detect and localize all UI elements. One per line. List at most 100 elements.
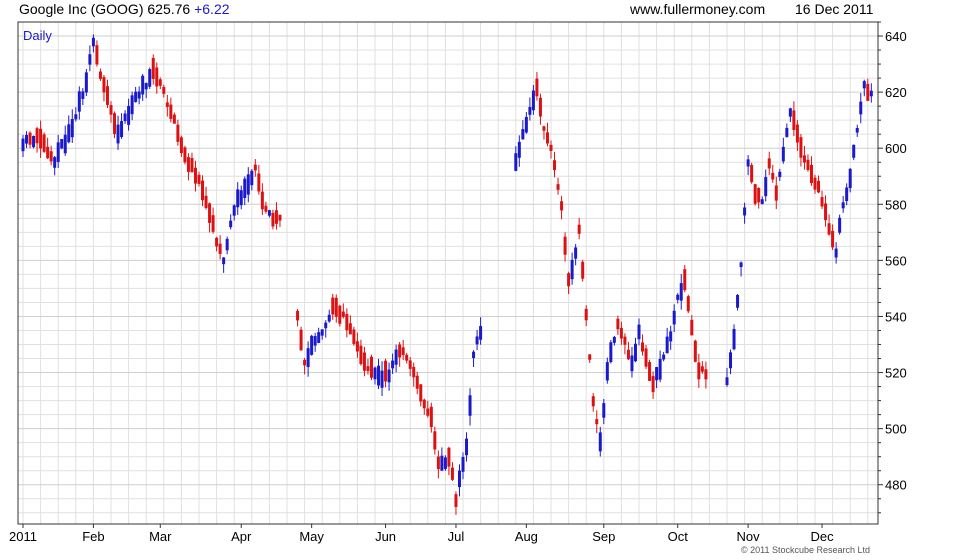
- candle-body: [155, 67, 159, 87]
- candle-body: [306, 348, 310, 368]
- x-tick-label: Oct: [668, 529, 689, 544]
- candle-body: [450, 467, 454, 480]
- candle-body: [852, 144, 856, 158]
- y-tick-label: 640: [885, 29, 907, 44]
- candle-body: [243, 178, 247, 198]
- candle-body: [697, 362, 701, 380]
- candle-body: [426, 408, 430, 416]
- x-tick-label: Aug: [515, 529, 538, 544]
- candle-body: [303, 359, 307, 366]
- candle-body: [338, 305, 342, 324]
- x-tick-label: Dec: [810, 529, 834, 544]
- candle-body: [264, 205, 268, 212]
- candle-body: [545, 132, 549, 144]
- candle-body: [845, 187, 849, 202]
- candle-body: [827, 223, 831, 235]
- candle-body: [817, 180, 821, 193]
- candle-body: [380, 370, 384, 388]
- candle-body: [549, 144, 553, 152]
- candle-body: [25, 134, 29, 144]
- candle-body: [630, 355, 634, 372]
- candle-body: [366, 366, 370, 372]
- candle-body: [98, 71, 102, 79]
- candle-body: [679, 283, 683, 301]
- candle-body: [53, 157, 57, 168]
- candle-body: [49, 151, 53, 162]
- candle-body: [693, 340, 697, 362]
- candle-body: [538, 97, 542, 117]
- candle-body: [201, 180, 205, 201]
- candle-body: [704, 369, 708, 380]
- x-tick-label: Mar: [149, 529, 172, 544]
- candle-body: [74, 114, 78, 120]
- candle-body: [42, 134, 46, 152]
- candle-body: [327, 314, 331, 322]
- candle-body: [419, 384, 423, 402]
- x-tick-label: Nov: [737, 529, 761, 544]
- candle-body: [28, 132, 32, 145]
- candle-body: [834, 248, 838, 258]
- candle-body: [341, 311, 345, 317]
- candle-body: [35, 128, 39, 144]
- candle-body: [84, 72, 88, 93]
- candle-body: [637, 324, 641, 340]
- candle-body: [204, 195, 208, 208]
- candle-body: [239, 190, 243, 206]
- candle-body: [310, 335, 314, 355]
- candle-body: [595, 419, 599, 425]
- candle-body: [362, 352, 366, 371]
- candle-body: [658, 358, 662, 380]
- candle-body: [211, 215, 215, 232]
- candle-body: [433, 431, 437, 450]
- candle-body: [792, 110, 796, 130]
- candle-body: [739, 262, 743, 267]
- candle-body: [468, 395, 472, 416]
- candle-body: [806, 159, 810, 170]
- candle-body: [299, 329, 303, 351]
- candle-body: [553, 160, 557, 171]
- y-tick-label: 600: [885, 141, 907, 156]
- candle-body: [232, 205, 236, 216]
- candle-body: [725, 377, 729, 386]
- candle-body: [274, 210, 278, 224]
- candle-body: [686, 296, 690, 312]
- candle-body: [236, 189, 240, 208]
- copyright-text: © 2011 Stockcube Research Ltd: [741, 545, 871, 555]
- candle-body: [141, 75, 145, 95]
- candle-body: [162, 86, 166, 94]
- candle-body: [148, 69, 152, 87]
- x-tick-label: 2011: [9, 529, 37, 544]
- candle-body: [669, 331, 673, 342]
- x-tick-label: Apr: [231, 529, 252, 544]
- candle-body: [672, 310, 676, 325]
- candle-body: [391, 360, 395, 369]
- candle-body: [398, 344, 402, 358]
- candle-body: [158, 79, 162, 86]
- candle-body: [317, 332, 321, 343]
- candle-body: [334, 297, 338, 317]
- candle-body: [81, 91, 85, 99]
- candle-body: [848, 168, 852, 189]
- candle-body: [271, 212, 275, 227]
- candle-body: [440, 455, 444, 471]
- candle-body: [521, 129, 525, 140]
- candle-body: [869, 90, 873, 97]
- candle-body: [616, 318, 620, 330]
- candle-body: [113, 113, 117, 135]
- candle-body: [355, 341, 359, 352]
- candle-body: [257, 173, 261, 192]
- candle-body: [567, 273, 571, 287]
- candle-body: [165, 102, 169, 108]
- y-tick-label: 560: [885, 253, 907, 268]
- candle-body: [296, 310, 300, 321]
- candle-body: [377, 365, 381, 386]
- candle-body: [208, 203, 212, 223]
- candle-body: [746, 159, 750, 167]
- candle-body: [479, 326, 483, 340]
- candle-body: [331, 297, 335, 315]
- candle-body: [574, 247, 578, 259]
- candle-body: [172, 114, 176, 124]
- candle-body: [757, 187, 761, 203]
- candle-body: [531, 90, 535, 111]
- candle-body: [813, 177, 817, 190]
